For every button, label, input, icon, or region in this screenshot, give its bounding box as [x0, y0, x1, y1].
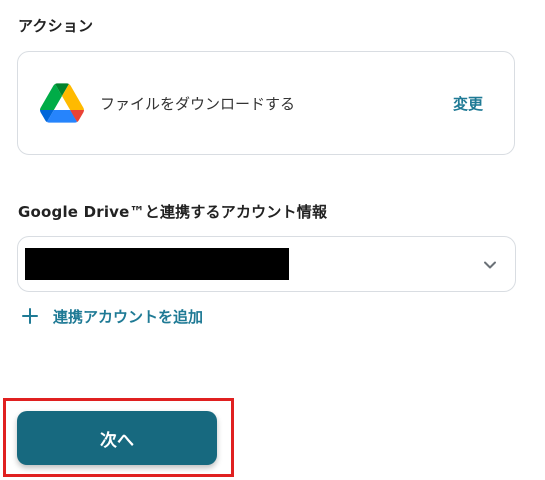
google-drive-icon: [40, 83, 84, 123]
action-name: ファイルをダウンロードする: [100, 95, 296, 113]
plus-icon: [22, 308, 38, 324]
add-account-label: 連携アカウントを追加: [53, 308, 204, 326]
action-section-label: アクション: [18, 17, 94, 35]
account-section-label: Google Drive™と連携するアカウント情報: [18, 203, 328, 221]
change-action-link[interactable]: 変更: [453, 93, 483, 114]
chevron-down-icon: [484, 261, 496, 269]
redacted-account-value: [25, 248, 289, 280]
next-button[interactable]: 次へ: [17, 411, 217, 465]
account-select[interactable]: [17, 236, 516, 292]
action-card: ファイルをダウンロードする 変更: [17, 51, 515, 155]
